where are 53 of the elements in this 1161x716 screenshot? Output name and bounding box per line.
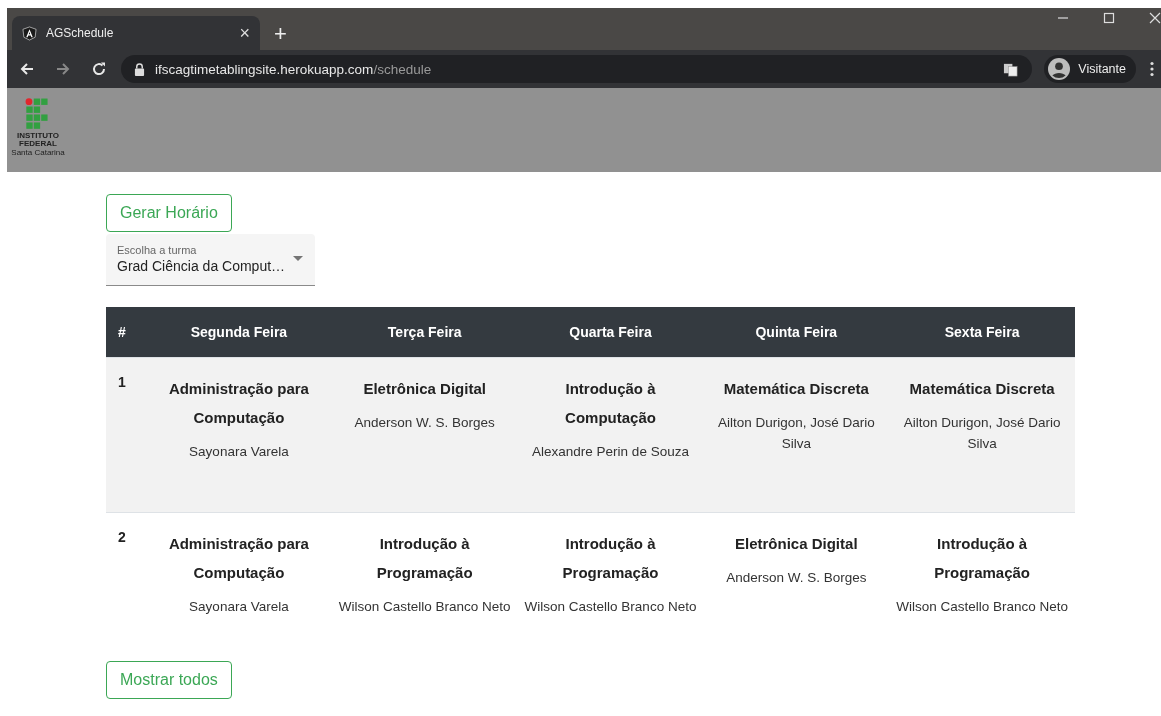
column-header: Terça Feira [331,307,518,358]
shield-logo-icon [22,25,37,41]
column-header: Quinta Feira [703,307,890,358]
subject-name: Introdução à Programação [375,534,474,583]
logo-text: FEDERAL [19,140,57,148]
teacher-name: Ailton Durigon, José Dario Silva [716,414,876,453]
column-header: Sexta Feira [889,307,1075,358]
row-number: 1 [118,374,126,390]
lock-icon [134,62,145,76]
subject-name: Introdução à Programação [933,534,1032,583]
forward-arrow-icon[interactable] [55,61,71,77]
caret-icon [293,256,303,261]
address-bar[interactable]: ifscagtimetablingsite.herokuapp.com/schedule [121,55,1033,83]
new-tab-button[interactable]: + [274,23,287,45]
teacher-name: Alexandre Perin de Souza [531,443,690,461]
teacher-name: Wilson Castello Branco Neto [895,598,1069,616]
teacher-name: Wilson Castello Branco Neto [523,598,698,616]
column-header: Segunda Feira [146,307,332,358]
select-label: Escolha a turma [117,244,198,256]
menu-icon[interactable] [1150,61,1154,77]
tab-close-button[interactable]: × [239,24,250,42]
teacher-name: Sayonara Varela [188,443,290,461]
column-header: Quarta Feira [517,307,704,358]
logo-icon [25,98,51,132]
avatar-icon [1048,58,1071,80]
subject-name: Matemática Discreta [908,379,1056,399]
select-value: Grad Ciência da Comput… [117,258,287,274]
subject-name: Introdução à Programação [561,534,660,583]
subject-name: Eletrônica Digital [734,534,859,554]
subject-name: Matemática Discreta [722,379,870,399]
teacher-name: Wilson Castello Branco Neto [337,598,512,616]
tab-title: AGSchedule [46,26,115,40]
logo-text: INSTITUTO [16,132,60,140]
teacher-name: Sayonara Varela [188,598,290,616]
browser-tab[interactable]: AGSchedule × [12,16,260,50]
reload-icon[interactable] [91,61,107,77]
teacher-name: Anderson W. S. Borges [725,569,868,587]
maximize-icon[interactable] [1103,12,1115,24]
profile-button[interactable]: Visitante [1044,55,1136,83]
logo-subtitle: Santa Catarina [11,148,65,157]
subject-name: Administração para Computação [167,379,310,428]
subject-name: Introdução à Computação [564,379,657,428]
column-header: # [106,307,146,358]
teacher-name: Anderson W. S. Borges [353,414,496,432]
class-select[interactable]: Escolha a turma Grad Ciência da Comput… [106,234,315,286]
row-number: 2 [118,529,126,545]
translate-icon[interactable] [1003,61,1019,77]
close-icon[interactable] [1149,12,1161,24]
subject-name: Administração para Computação [167,534,310,583]
back-arrow-icon[interactable] [19,61,35,77]
subject-name: Eletrônica Digital [362,379,487,399]
teacher-name: Ailton Durigon, José Dario Silva [902,414,1062,453]
url-text: ifscagtimetablingsite.herokuapp.com/schedule [155,61,433,77]
